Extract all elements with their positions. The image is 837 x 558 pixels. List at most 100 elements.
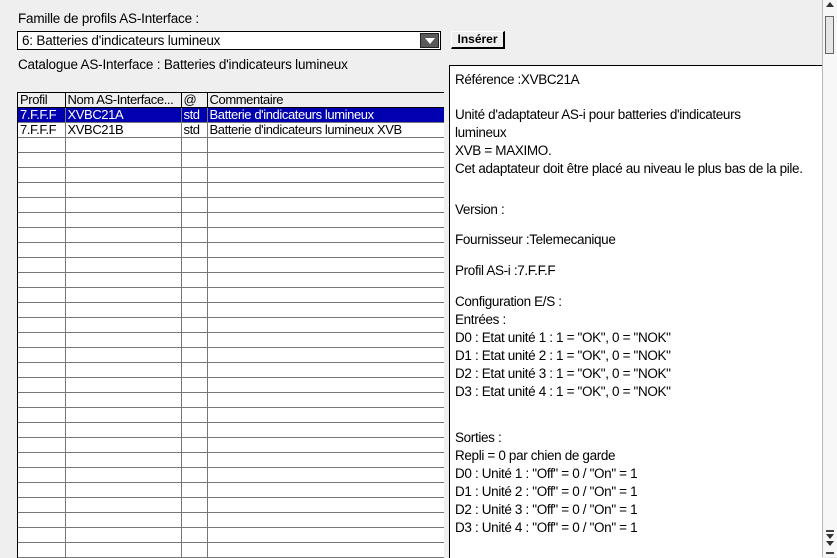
empty-table-row[interactable] [18,197,444,213]
row-profile-cell [18,152,66,168]
row-comment-cell [207,512,444,528]
empty-table-row[interactable] [18,482,444,498]
row-profile-cell [18,392,66,408]
empty-table-row[interactable] [18,317,444,333]
catalogue-table: Profil Nom AS-Interface... @ Commentaire… [17,92,444,558]
row-at-cell [181,167,208,183]
empty-table-row[interactable] [18,377,444,393]
table-row[interactable]: 7.F.F.F XVBC21B std Batterie d'indicateurs … [18,122,444,138]
empty-table-row[interactable] [18,257,444,273]
row-at-cell [181,452,208,468]
empty-table-row[interactable] [18,452,444,468]
scroll-thumb[interactable] [825,16,834,54]
table-header-row: Profil Nom AS-Interface... @ Commentaire [18,93,444,108]
detail-line: XVB = MAXIMO. [455,143,552,158]
row-name-cell [65,167,182,183]
column-header-comment[interactable]: Commentaire [207,93,444,108]
row-name-cell [65,452,182,468]
empty-table-row[interactable] [18,302,444,318]
empty-table-row[interactable] [18,512,444,528]
row-name-cell [65,392,182,408]
row-name-cell [65,437,182,453]
row-profile-cell [18,452,66,468]
row-comment-cell [207,407,444,423]
row-profile-cell [18,167,66,183]
row-name-cell [65,302,182,318]
row-comment-cell [207,197,444,213]
row-comment-cell [207,212,444,228]
detail-outputs: Sorties : Repli = 0 par chien de garde D… [455,429,638,537]
row-name-cell [65,242,182,258]
row-profile-cell [18,257,66,273]
column-header-name[interactable]: Nom AS-Interface... [65,93,182,108]
row-name-cell: XVBC21B [65,122,182,138]
row-name-cell [65,152,182,168]
row-name-cell [65,332,182,348]
row-profile-cell: 7.F.F.F [18,107,66,123]
empty-table-row[interactable] [18,242,444,258]
empty-table-row[interactable] [18,392,444,408]
row-profile-cell [18,302,66,318]
empty-table-row[interactable] [18,497,444,513]
scroll-bottom-icon[interactable] [826,530,834,556]
table-row[interactable]: 7.F.F.F XVBC21A std Batterie d'indicateurs … [18,107,444,123]
detail-description: Unité d'adaptateur AS-i pour batteries d… [455,106,803,178]
empty-table-row[interactable] [18,422,444,438]
empty-table-row[interactable] [18,272,444,288]
row-comment-cell [207,137,444,153]
detail-line: lumineux [455,125,507,140]
row-profile-cell [18,287,66,303]
empty-table-row[interactable] [18,362,444,378]
row-profile-cell [18,407,66,423]
row-profile-cell [18,332,66,348]
row-profile-cell [18,362,66,378]
row-at-cell [181,497,208,513]
row-at-cell [181,317,208,333]
row-comment-cell [207,422,444,438]
row-comment-cell [207,347,444,363]
column-header-at[interactable]: @ [181,93,208,108]
row-comment-cell [207,452,444,468]
empty-table-row[interactable] [18,467,444,483]
row-comment-cell: Batterie d'indicateurs lumineux XVB [207,122,444,138]
empty-table-row[interactable] [18,137,444,153]
row-at-cell [181,392,208,408]
empty-table-row[interactable] [18,542,444,558]
row-name-cell [65,287,182,303]
detail-panel: Référence :XVBC21A Unité d'adaptateur AS… [449,65,823,558]
column-header-profile[interactable]: Profil [18,93,66,108]
empty-table-row[interactable] [18,227,444,243]
row-name-cell [65,362,182,378]
empty-table-row[interactable] [18,152,444,168]
row-comment-cell [207,377,444,393]
scroll-up-icon[interactable] [826,2,834,9]
row-name-cell [65,182,182,198]
row-comment-cell [207,332,444,348]
empty-table-row[interactable] [18,347,444,363]
row-at-cell [181,467,208,483]
empty-table-row[interactable] [18,212,444,228]
row-profile-cell [18,137,66,153]
empty-table-row[interactable] [18,437,444,453]
detail-line: D2 : Etat unité 3 : 1 = "OK", 0 = "NOK" [455,366,671,381]
detail-line: D1 : Unité 2 : "Off" = 0 / "On" = 1 [455,484,638,499]
detail-io-config: Configuration E/S : Entrées : D0 : Etat … [455,293,671,401]
family-select[interactable]: 6: Batteries d'indicateurs lumineux [17,31,441,50]
row-profile-cell [18,422,66,438]
empty-table-row[interactable] [18,287,444,303]
empty-table-row[interactable] [18,527,444,543]
row-at-cell [181,302,208,318]
empty-table-row[interactable] [18,332,444,348]
row-name-cell [65,272,182,288]
vertical-scrollbar[interactable] [822,0,837,557]
row-profile-cell [18,527,66,543]
detail-line: Configuration E/S : [455,294,562,309]
chevron-down-icon[interactable] [420,33,439,48]
row-comment-cell [207,287,444,303]
empty-table-row[interactable] [18,167,444,183]
insert-button[interactable]: Insérer [451,31,505,49]
row-profile-cell [18,497,66,513]
row-comment-cell [207,542,444,558]
empty-table-row[interactable] [18,407,444,423]
empty-table-row[interactable] [18,182,444,198]
